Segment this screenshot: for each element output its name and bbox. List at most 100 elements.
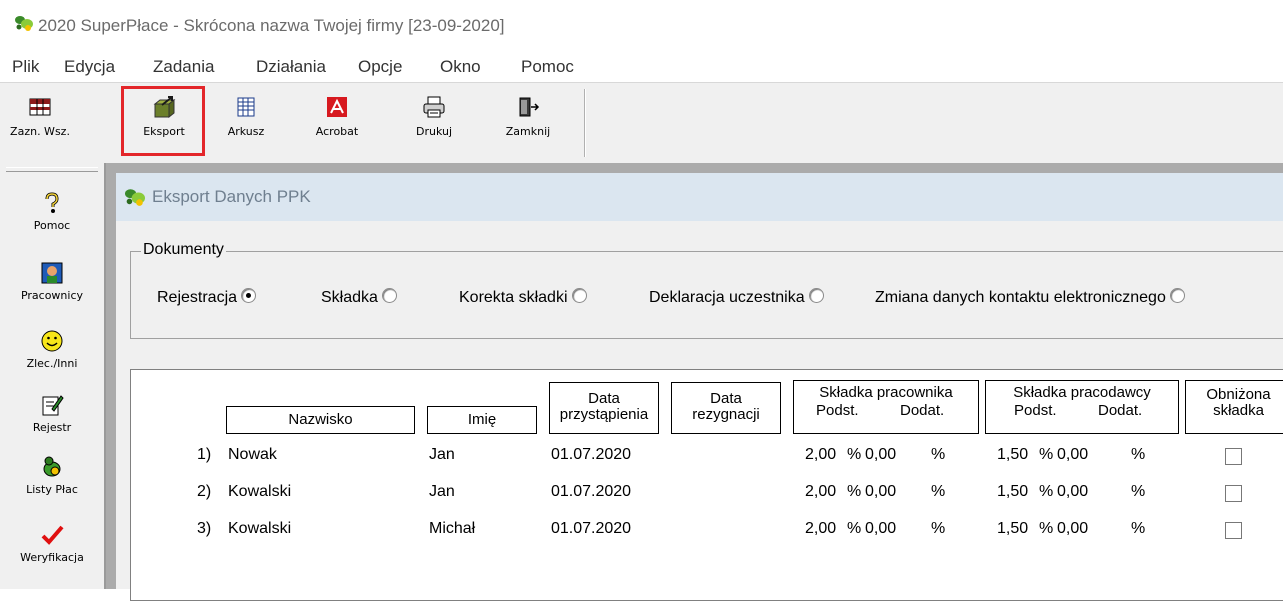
percent-sign: % [1039, 520, 1054, 537]
percent-sign: % [847, 446, 862, 463]
radio-korekta-skladki[interactable]: Korekta składki [459, 288, 587, 307]
cell-pracod-dodat[interactable]: 0,00 [1057, 446, 1088, 464]
select-all-icon [29, 98, 51, 116]
radio-button[interactable] [241, 288, 257, 303]
header-dodat: Dodat. [900, 402, 945, 419]
cell-prac-dodat[interactable]: 0,00 [865, 446, 896, 464]
header-imie: Imię [427, 406, 537, 434]
close-door-icon [519, 97, 540, 117]
radio-button[interactable] [1169, 288, 1185, 303]
menu-edycja[interactable]: Edycja [64, 57, 115, 77]
header-data-rezygnacji-line2: rezygnacji [692, 406, 760, 423]
menu-pomoc[interactable]: Pomoc [521, 57, 574, 77]
spreadsheet-label: Arkusz [227, 125, 265, 138]
cell-imie: Jan [429, 446, 455, 463]
print-button[interactable]: Drukuj [402, 87, 466, 157]
menu-zadania[interactable]: Zadania [153, 57, 214, 77]
row-number: 2) [197, 483, 212, 500]
header-nazwisko: Nazwisko [226, 406, 415, 434]
radio-label: Deklaracja uczestnika [649, 289, 805, 306]
cell-pracod-dodat[interactable]: 0,00 [1057, 520, 1088, 538]
help-icon [45, 192, 59, 213]
radio-button[interactable] [381, 288, 397, 303]
cell-prac-dodat[interactable]: 0,00 [865, 520, 896, 538]
percent-sign: % [931, 520, 946, 537]
checkmark-icon [41, 525, 64, 545]
cell-pracod-dodat[interactable]: 0,00 [1057, 483, 1088, 501]
sidebar-item-pomoc[interactable]: Pomoc [0, 191, 104, 232]
cell-data-przystapienia: 01.07.2020 [551, 520, 632, 537]
sidebar-item-weryfikacja[interactable]: Weryfikacja [0, 523, 104, 564]
header-obnizona-line1: Obniżona [1206, 386, 1271, 403]
percent-sign: % [847, 483, 862, 500]
cell-prac-podst[interactable]: 2,00 [805, 520, 836, 538]
spreadsheet-button[interactable]: Arkusz [214, 87, 278, 157]
documents-group: Dokumenty Rejestracja Składka Korekta sk… [130, 241, 1283, 339]
close-label: Zamknij [505, 125, 551, 138]
header-data-rezygnacji: Data rezygnacji [671, 382, 781, 434]
acrobat-button[interactable]: Acrobat [305, 87, 369, 157]
row-number: 3) [197, 520, 212, 537]
row-number: 1) [197, 446, 212, 463]
radio-zmiana-danych[interactable]: Zmiana danych kontaktu elektronicznego [875, 288, 1185, 307]
cell-pracod-podst[interactable]: 1,50 [997, 446, 1028, 464]
acrobat-icon [327, 97, 347, 117]
header-data-rezygnacji-line1: Data [710, 390, 742, 407]
radio-button[interactable] [808, 288, 824, 303]
employees-table-panel: Nazwisko Imię Data przystąpienia Data re… [130, 369, 1283, 601]
menu-okno[interactable]: Okno [440, 57, 481, 77]
radio-button[interactable] [571, 288, 587, 303]
percent-sign: % [931, 446, 946, 463]
print-label: Drukuj [415, 125, 453, 138]
cell-data-przystapienia: 01.07.2020 [551, 446, 632, 463]
cell-prac-podst[interactable]: 2,00 [805, 446, 836, 464]
menu-dzialania[interactable]: Działania [256, 57, 326, 77]
header-dodat: Dodat. [1098, 402, 1143, 419]
cell-imie: Jan [429, 483, 455, 500]
header-skladka-pracownika: Składka pracownika Podst. Dodat. [793, 380, 979, 434]
sidebar-item-zlec-inni[interactable]: Zlec./Inni [0, 329, 104, 370]
app-icon [125, 189, 145, 206]
select-all-label: Zazn. Wsz. [10, 125, 70, 138]
close-button[interactable]: Zamknij [496, 87, 560, 157]
select-all-button[interactable]: Zazn. Wsz. [8, 87, 72, 157]
header-obnizona-line2: składka [1213, 402, 1264, 419]
cell-nazwisko: Kowalski [228, 520, 292, 537]
reduced-checkbox[interactable] [1225, 522, 1242, 539]
reduced-checkbox[interactable] [1225, 485, 1242, 502]
app-icon [15, 16, 33, 31]
header-podst: Podst. [1014, 402, 1057, 419]
sidebar-label-weryfikacja: Weryfikacja [20, 551, 84, 564]
reduced-checkbox[interactable] [1225, 448, 1242, 465]
sidebar-item-pracownicy[interactable]: Pracownicy [0, 261, 104, 302]
radio-skladka[interactable]: Składka [321, 288, 397, 307]
cell-prac-podst[interactable]: 2,00 [805, 483, 836, 501]
sidebar-label-pomoc: Pomoc [33, 219, 71, 232]
spreadsheet-icon [237, 97, 255, 117]
sidebar-item-listy-plac[interactable]: Listy Płac [0, 455, 104, 496]
header-podst: Podst. [816, 402, 859, 419]
radio-rejestracja[interactable]: Rejestracja [157, 288, 257, 307]
acrobat-label: Acrobat [315, 125, 359, 138]
title-bar: 2020 SuperPłace - Skrócona nazwa Twojej … [0, 0, 1283, 52]
toolbar-separator [584, 89, 586, 157]
documents-legend: Dokumenty [141, 241, 226, 259]
table-row: 2) Kowalski Jan 01.07.2020 2,00 % 0,00 %… [131, 483, 1283, 511]
sidebar-item-rejestr[interactable]: Rejestr [0, 393, 104, 434]
sidebar: Pomoc Pracownicy Zlec./Inni Rejestr List… [0, 163, 106, 589]
menu-opcje[interactable]: Opcje [358, 57, 402, 77]
cell-pracod-podst[interactable]: 1,50 [997, 520, 1028, 538]
header-skladka-pracodawcy: Składka pracodawcy Podst. Dodat. [985, 380, 1179, 434]
percent-sign: % [931, 483, 946, 500]
cell-pracod-podst[interactable]: 1,50 [997, 483, 1028, 501]
radio-label: Składka [321, 289, 378, 306]
sidebar-label-zlec-inni: Zlec./Inni [26, 357, 78, 370]
percent-sign: % [1039, 446, 1054, 463]
menu-plik[interactable]: Plik [12, 57, 39, 77]
header-data-przystapienia: Data przystąpienia [549, 382, 659, 434]
radio-label: Korekta składki [459, 289, 568, 306]
cell-prac-dodat[interactable]: 0,00 [865, 483, 896, 501]
cell-imie: Michał [429, 520, 476, 537]
percent-sign: % [1039, 483, 1054, 500]
radio-deklaracja-uczestnika[interactable]: Deklaracja uczestnika [649, 288, 824, 307]
